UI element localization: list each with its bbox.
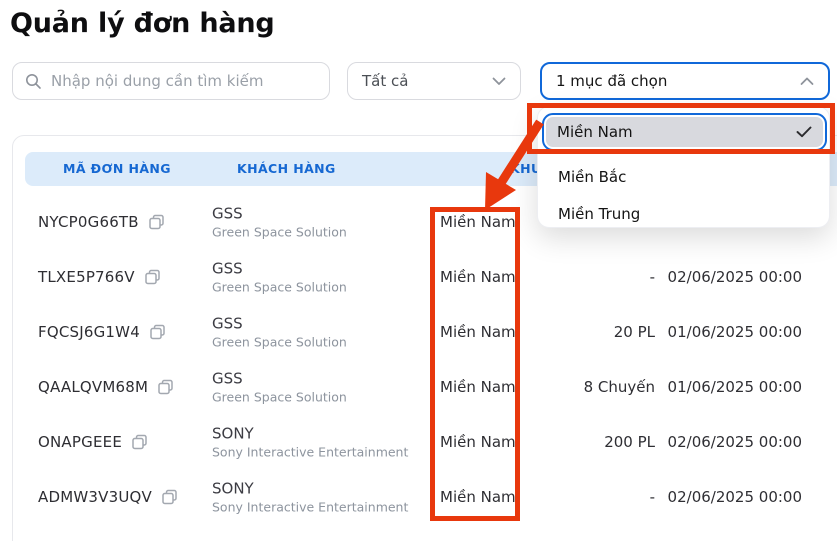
region-cell: Miền Nam	[440, 213, 516, 231]
region-cell: Miền Nam	[440, 268, 516, 286]
date-cell: 01/06/2025 00:00	[667, 378, 802, 396]
customer-name: GSS	[212, 259, 243, 278]
order-code: QAALQVM68M	[38, 378, 149, 396]
column-header-customer: KHÁCH HÀNG	[237, 161, 336, 176]
dropdown-option-mien-bac[interactable]: Miền Bắc	[558, 159, 626, 195]
table-row[interactable]: TLXE5P766V GSS Green Space Solution Miền…	[0, 250, 837, 304]
customer-name: SONY	[212, 479, 254, 498]
customer-name: GSS	[212, 204, 243, 223]
date-cell: 02/06/2025 00:00	[667, 488, 802, 506]
customer-full-name: Green Space Solution	[212, 224, 347, 240]
order-code-cell: FQCSJ6G1W4	[38, 323, 166, 341]
table-row[interactable]: ADMW3V3UQV SONY Sony Interactive Enterta…	[0, 470, 837, 524]
region-cell: Miền Nam	[440, 488, 516, 506]
chevron-down-icon	[492, 77, 506, 86]
quantity-cell: -	[649, 268, 655, 286]
check-icon	[796, 126, 812, 138]
customer-cell: SONY Sony Interactive Entertainment	[212, 425, 408, 460]
customer-cell: GSS Green Space Solution	[212, 205, 347, 240]
region-filter-select[interactable]: 1 mục đã chọn	[540, 62, 830, 100]
order-code: FQCSJ6G1W4	[38, 323, 140, 341]
column-header-order-code: MÃ ĐƠN HÀNG	[63, 161, 171, 176]
date-cell: 02/06/2025 00:00	[667, 268, 802, 286]
table-row[interactable]: FQCSJ6G1W4 GSS Green Space Solution Miền…	[0, 305, 837, 359]
region-filter-value: 1 mục đã chọn	[556, 72, 668, 90]
search-icon	[25, 73, 42, 90]
order-code-cell: ADMW3V3UQV	[38, 488, 178, 506]
quantity-cell: 200 PL	[604, 433, 655, 451]
table-row[interactable]: ONAPGEEE SONY Sony Interactive Entertain…	[0, 415, 837, 469]
filter-all-select[interactable]: Tất cả	[347, 62, 521, 100]
order-code-cell: NYCP0G66TB	[38, 213, 165, 231]
date-cell: 02/06/2025 00:00	[667, 433, 802, 451]
customer-full-name: Green Space Solution	[212, 279, 347, 295]
customer-name: GSS	[212, 314, 243, 333]
region-cell: Miền Nam	[440, 378, 516, 396]
order-code-cell: QAALQVM68M	[38, 378, 174, 396]
table-row[interactable]: QAALQVM68M GSS Green Space Solution Miền…	[0, 360, 837, 414]
customer-full-name: Green Space Solution	[212, 334, 347, 350]
copy-icon[interactable]	[148, 214, 165, 231]
customer-cell: SONY Sony Interactive Entertainment	[212, 480, 408, 515]
copy-icon[interactable]	[149, 324, 166, 341]
search-input[interactable]	[51, 72, 317, 90]
page-title: Quản lý đơn hàng	[10, 8, 275, 39]
dropdown-option-mien-trung[interactable]: Miền Trung	[558, 196, 640, 232]
order-code-cell: TLXE5P766V	[38, 268, 161, 286]
copy-icon[interactable]	[161, 489, 178, 506]
quantity-cell: 20 PL	[613, 323, 655, 341]
copy-icon[interactable]	[157, 379, 174, 396]
quantity-cell: 8 Chuyến	[583, 378, 655, 396]
region-cell: Miền Nam	[440, 433, 516, 451]
customer-full-name: Sony Interactive Entertainment	[212, 444, 409, 460]
region-cell: Miền Nam	[440, 323, 516, 341]
customer-cell: GSS Green Space Solution	[212, 260, 347, 295]
filter-all-value: Tất cả	[362, 72, 409, 90]
quantity-cell: -	[649, 488, 655, 506]
dropdown-option-mien-nam[interactable]: Miền Nam	[542, 113, 827, 151]
date-cell: 01/06/2025 00:00	[667, 323, 802, 341]
customer-full-name: Green Space Solution	[212, 389, 347, 405]
chevron-up-icon	[800, 77, 814, 86]
order-code-cell: ONAPGEEE	[38, 433, 148, 451]
customer-cell: GSS Green Space Solution	[212, 370, 347, 405]
customer-full-name: Sony Interactive Entertainment	[212, 499, 409, 515]
order-code: ONAPGEEE	[38, 433, 122, 451]
order-code: ADMW3V3UQV	[38, 488, 152, 506]
customer-cell: GSS Green Space Solution	[212, 315, 347, 350]
region-dropdown-menu: Miền Nam Miền Bắc Miền Trung	[537, 106, 830, 228]
option-label: Miền Nam	[557, 123, 633, 141]
customer-name: GSS	[212, 369, 243, 388]
customer-name: SONY	[212, 424, 254, 443]
copy-icon[interactable]	[131, 434, 148, 451]
order-code: NYCP0G66TB	[38, 213, 139, 231]
copy-icon[interactable]	[144, 269, 161, 286]
search-box[interactable]	[12, 62, 330, 100]
order-code: TLXE5P766V	[38, 268, 135, 286]
